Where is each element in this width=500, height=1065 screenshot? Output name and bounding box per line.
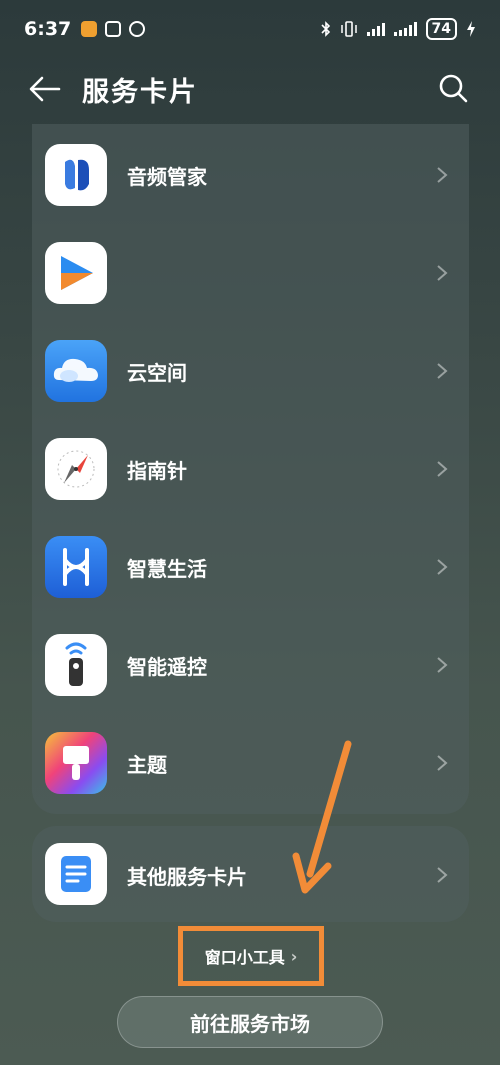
chevron-right-icon <box>437 461 448 477</box>
vibrate-icon <box>340 21 357 37</box>
status-indicators: 74 <box>320 18 476 40</box>
list-item-compass[interactable]: 指南针 <box>32 420 469 518</box>
chevron-right-icon <box>437 559 448 575</box>
annotation-arrow-icon <box>292 740 352 894</box>
market-button-label: 前往服务市场 <box>190 1011 310 1036</box>
status-time: 6:37 <box>24 18 72 40</box>
chevron-right-icon <box>437 265 448 281</box>
search-icon[interactable] <box>437 72 469 104</box>
list-item-cloud[interactable]: 云空间 <box>32 322 469 420</box>
video-play-icon <box>45 242 107 304</box>
app-bar: 服务卡片 <box>0 60 500 118</box>
nfc-icon <box>105 21 122 37</box>
signal-icon <box>366 22 385 36</box>
alarm-icon <box>129 21 146 37</box>
status-bar: 6:37 74 <box>0 0 500 58</box>
document-icon <box>45 843 107 905</box>
list-item-theme[interactable]: 主题 <box>32 714 469 812</box>
chevron-right-icon <box>437 657 448 673</box>
app-notification-icon <box>81 21 98 37</box>
list-item-label: 音频管家 <box>127 164 207 189</box>
other-service-cards[interactable]: 其他服务卡片 <box>32 826 469 922</box>
list-item-label: 其他服务卡片 <box>127 864 247 889</box>
list-item-label: 智能遥控 <box>127 654 207 679</box>
widget-link-label: 窗口小工具 <box>204 948 285 967</box>
chevron-right-icon <box>437 867 448 883</box>
notification-icons <box>81 21 146 37</box>
bluetooth-icon <box>320 21 330 37</box>
go-to-service-market-button[interactable]: 前往服务市场 <box>117 996 383 1048</box>
list-item-label: 指南针 <box>127 458 187 483</box>
smart-life-icon <box>45 536 107 598</box>
compass-icon <box>45 438 107 500</box>
list-item-audio-manager[interactable]: 音频管家 <box>32 126 469 224</box>
chevron-right-icon <box>437 755 448 771</box>
list-item-other[interactable]: 其他服务卡片 <box>32 826 469 924</box>
audio-manager-icon <box>45 144 107 206</box>
page-title: 服务卡片 <box>82 77 198 108</box>
signal-icon <box>393 22 417 36</box>
chevron-right-icon: › <box>290 946 298 966</box>
battery-icon: 74 <box>425 18 457 40</box>
chevron-right-icon <box>437 167 448 183</box>
remote-control-icon <box>45 634 107 696</box>
list-item-smart-life[interactable]: 智慧生活 <box>32 518 469 616</box>
service-card-list: 音频管家 云空间 指南针 智慧生活 智能遥控 主题 <box>32 124 469 814</box>
list-item-label: 云空间 <box>127 360 187 385</box>
widget-link[interactable]: 窗口小工具 › <box>178 926 324 986</box>
list-item-video[interactable] <box>32 224 469 322</box>
theme-brush-icon <box>45 732 107 794</box>
back-arrow-icon[interactable] <box>28 74 62 104</box>
chevron-right-icon <box>437 363 448 379</box>
list-item-label: 主题 <box>127 752 167 777</box>
list-item-remote-control[interactable]: 智能遥控 <box>32 616 469 714</box>
cloud-icon <box>45 340 107 402</box>
charging-icon <box>467 21 475 37</box>
list-item-label: 智慧生活 <box>127 556 207 581</box>
